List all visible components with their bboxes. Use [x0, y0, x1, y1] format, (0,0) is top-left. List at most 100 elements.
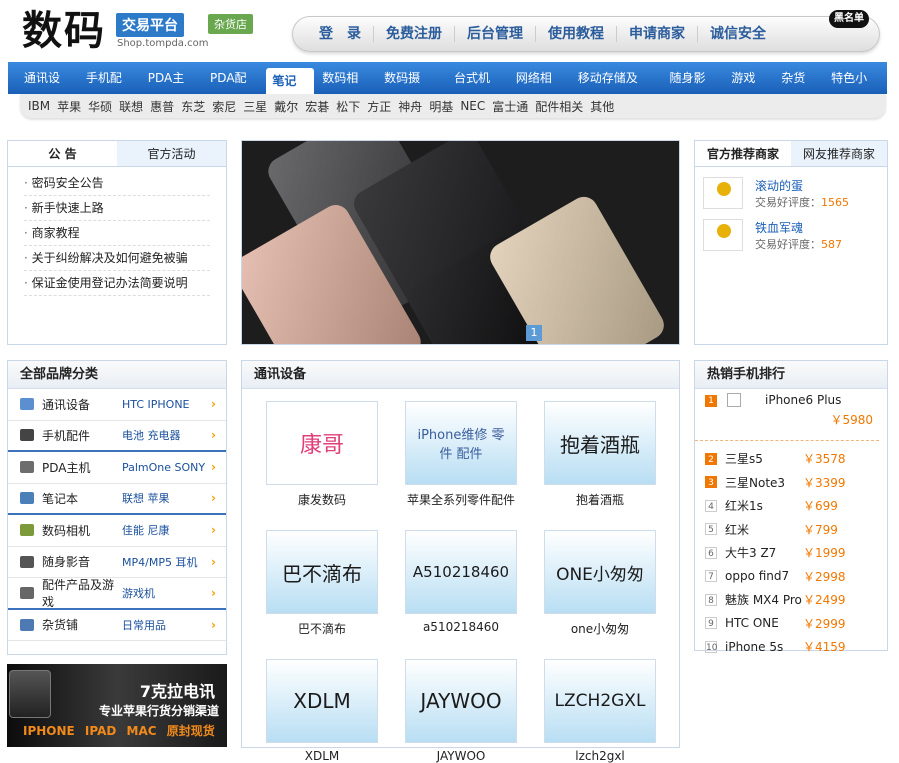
banner-slider[interactable]: 1: [241, 140, 680, 345]
shop-name[interactable]: 巴不滴布: [266, 620, 378, 637]
shop-card[interactable]: 康哥 康发数码: [266, 401, 378, 508]
subcategory-item[interactable]: 宏碁: [305, 98, 329, 115]
category-item[interactable]: 杂货店: [775, 65, 823, 111]
subcategory-item[interactable]: 戴尔: [274, 98, 298, 115]
rank-item[interactable]: 4 红米1s ￥699: [695, 494, 887, 518]
shop-name[interactable]: lzch2gxl: [544, 749, 656, 763]
phone-name[interactable]: 大牛3 Z7: [725, 544, 803, 561]
subcategory-item[interactable]: 索尼: [212, 98, 236, 115]
category-item[interactable]: 网络相关: [510, 65, 570, 111]
category-item[interactable]: 游戏机: [725, 65, 773, 111]
subcategory-item[interactable]: NEC: [460, 99, 485, 113]
category-item[interactable]: 移动存储及耗: [572, 65, 656, 111]
shop-card[interactable]: A510218460 a510218460: [405, 530, 517, 637]
subcategory-item[interactable]: 华硕: [88, 98, 112, 115]
subcategory-item[interactable]: 惠普: [150, 98, 174, 115]
shop-name[interactable]: XDLM: [266, 749, 378, 763]
category-item[interactable]: 特色小铺: [825, 65, 885, 111]
brand-row-brands[interactable]: PalmOne SONY: [122, 461, 205, 474]
notice-item[interactable]: 商家教程: [24, 221, 210, 246]
subcategory-item[interactable]: 苹果: [57, 98, 81, 115]
phone-thumbnail[interactable]: [727, 393, 741, 407]
subcategory-item[interactable]: 其他: [590, 98, 614, 115]
rank-item[interactable]: 6 大牛3 Z7 ￥1999: [695, 541, 887, 565]
brand-row[interactable]: PDA主机 PalmOne SONY ›: [8, 452, 226, 484]
category-item[interactable]: 通讯设备: [18, 65, 78, 111]
subcategory-item[interactable]: 方正: [367, 98, 391, 115]
subcategory-item[interactable]: 三星: [243, 98, 267, 115]
shop-image[interactable]: 抱着酒瓶: [544, 401, 656, 485]
notice-item[interactable]: 密码安全公告: [24, 171, 210, 196]
rank-item-top[interactable]: 1 iPhone6 Plus ￥5980: [695, 389, 879, 441]
brand-row[interactable]: 随身影音 MP4/MP5 耳机 ›: [8, 547, 226, 578]
notice-item[interactable]: 关于纠纷解决及如何避免被骗: [24, 246, 210, 271]
shop-name[interactable]: 康发数码: [266, 491, 378, 508]
nav-integrity[interactable]: 诚信安全: [698, 26, 778, 42]
tab-official-activity[interactable]: 官方活动: [117, 141, 226, 166]
blacklist-button[interactable]: 黑名单: [829, 10, 869, 28]
shop-card[interactable]: 抱着酒瓶 抱着酒瓶: [544, 401, 656, 508]
shop-card[interactable]: ONE小匆匆 one小匆匆: [544, 530, 656, 637]
brand-row[interactable]: 通讯设备 HTC IPHONE ›: [8, 389, 226, 421]
category-item-active[interactable]: 笔记本: [266, 68, 315, 114]
shop-image[interactable]: JAYWOO: [405, 659, 517, 743]
rank-item[interactable]: 2 三星s5 ￥3578: [695, 447, 887, 471]
merchant-item[interactable]: 滚动的蛋 交易好评度：1565: [703, 167, 887, 209]
shop-image[interactable]: LZCH2GXL: [544, 659, 656, 743]
subcategory-item[interactable]: 松下: [336, 98, 360, 115]
phone-name[interactable]: 魅族 MX4 Pro: [725, 591, 803, 608]
phone-name[interactable]: HTC ONE: [725, 616, 803, 630]
shop-image[interactable]: XDLM: [266, 659, 378, 743]
shop-card[interactable]: JAYWOO JAYWOO: [405, 659, 517, 763]
tab-user-merchants[interactable]: 网友推荐商家: [791, 141, 887, 166]
shop-name[interactable]: 抱着酒瓶: [544, 491, 656, 508]
shop-image[interactable]: 巴不滴布: [266, 530, 378, 614]
rank-item[interactable]: 3 三星Note3 ￥3399: [695, 471, 887, 495]
merchant-name[interactable]: 滚动的蛋: [755, 177, 803, 194]
shop-badge[interactable]: 杂货店: [208, 14, 253, 34]
brand-row-brands[interactable]: 电池 充电器: [122, 427, 181, 443]
brand-row-brands[interactable]: MP4/MP5 耳机: [122, 554, 197, 570]
category-item[interactable]: 随身影音: [663, 65, 723, 111]
subcategory-item[interactable]: 明基: [429, 98, 453, 115]
shop-image[interactable]: iPhone维修 零件 配件: [405, 401, 517, 485]
subcategory-item[interactable]: 富士通: [492, 98, 528, 115]
shop-name[interactable]: 苹果全系列零件配件: [405, 491, 517, 508]
shop-name[interactable]: JAYWOO: [405, 749, 517, 763]
subcategory-item[interactable]: IBM: [28, 99, 50, 113]
brand-row-brands[interactable]: 联想 苹果: [122, 490, 170, 506]
brand-row-brands[interactable]: HTC IPHONE: [122, 398, 190, 411]
nav-register[interactable]: 免费注册: [374, 26, 455, 42]
shop-image[interactable]: ONE小匆匆: [544, 530, 656, 614]
rank-item[interactable]: 7 oppo find7 ￥2998: [695, 565, 887, 589]
brand-row-brands[interactable]: 日常用品: [122, 617, 166, 633]
shop-name[interactable]: one小匆匆: [544, 620, 656, 637]
category-item[interactable]: PDA配件: [204, 65, 264, 111]
category-item[interactable]: 数码相机: [316, 65, 376, 111]
site-logo[interactable]: 数码 交易平台 Shop.tompda.com 杂货店: [22, 6, 287, 56]
merchant-item[interactable]: 铁血军魂 交易好评度：587: [703, 209, 887, 251]
brand-row[interactable]: 笔记本 联想 苹果 ›: [8, 484, 226, 515]
slide-indicator[interactable]: 1: [526, 325, 542, 341]
shop-image[interactable]: A510218460: [405, 530, 517, 614]
category-item[interactable]: 台式机柜: [448, 65, 508, 111]
tab-notice[interactable]: 公 告: [8, 141, 117, 166]
nav-login[interactable]: 登 录: [307, 26, 374, 42]
brand-row-brands[interactable]: 游戏机: [122, 585, 155, 601]
notice-item[interactable]: 新手快速上路: [24, 196, 210, 221]
nav-tutorial[interactable]: 使用教程: [536, 26, 617, 42]
subcategory-item[interactable]: 神舟: [398, 98, 422, 115]
phone-name[interactable]: 三星Note3: [725, 474, 803, 491]
rank-item[interactable]: 10 iPhone 5s ￥4159: [695, 635, 887, 659]
shop-card[interactable]: 巴不滴布 巴不滴布: [266, 530, 378, 637]
brand-row[interactable]: 数码相机 佳能 尼康 ›: [8, 515, 226, 547]
phone-name[interactable]: 红米1s: [725, 497, 803, 514]
subcategory-item[interactable]: 配件相关: [535, 98, 583, 115]
brand-row[interactable]: 杂货铺 日常用品 ›: [8, 610, 226, 641]
rank-item[interactable]: 8 魅族 MX4 Pro ￥2499: [695, 588, 887, 612]
nav-apply-merchant[interactable]: 申请商家: [617, 26, 698, 42]
shop-name[interactable]: a510218460: [405, 620, 517, 634]
subcategory-item[interactable]: 联想: [119, 98, 143, 115]
shop-image[interactable]: 康哥: [266, 401, 378, 485]
category-item[interactable]: 数码摄录: [378, 65, 438, 111]
